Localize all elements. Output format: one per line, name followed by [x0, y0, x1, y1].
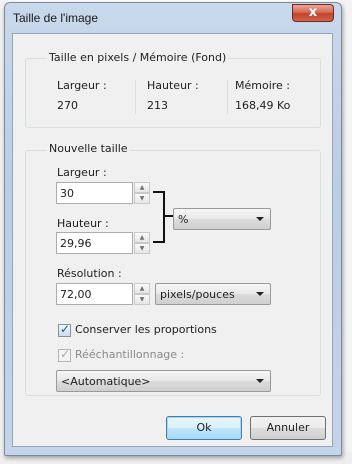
spin-up-icon[interactable]: ▲ — [134, 283, 150, 294]
current-width-label: Largeur : — [57, 79, 107, 92]
height-stepper[interactable]: ▲ ▼ — [134, 232, 150, 254]
memory-value: 168,49 Ko — [235, 99, 291, 112]
spin-up-icon[interactable]: ▲ — [134, 232, 150, 243]
divider — [135, 80, 136, 114]
dialog-body: Taille en pixels / Mémoire (Fond) Largeu… — [12, 33, 333, 447]
new-height-label: Hauteur : — [57, 217, 109, 230]
current-height-value: 213 — [147, 99, 168, 112]
close-button[interactable]: x — [292, 4, 334, 22]
resolution-stepper[interactable]: ▲ ▼ — [134, 283, 150, 305]
cancel-button[interactable]: Annuler — [250, 416, 326, 440]
resolution-label: Résolution : — [57, 267, 122, 280]
checkmark-icon: ✓ — [60, 347, 71, 361]
width-stepper[interactable]: ▲ ▼ — [134, 182, 150, 204]
width-input[interactable] — [56, 182, 133, 204]
width-field[interactable] — [57, 183, 132, 203]
close-icon: x — [308, 5, 318, 20]
unit-select-value: % — [178, 213, 189, 226]
divider — [227, 80, 228, 114]
image-size-dialog: Taille de l'image x Taille en pixels / M… — [4, 2, 342, 456]
chevron-down-icon — [256, 292, 264, 296]
memory-label: Mémoire : — [235, 79, 291, 92]
ok-button[interactable]: Ok — [166, 416, 242, 440]
resolution-unit-value: pixels/pouces — [160, 288, 235, 301]
spin-down-icon[interactable]: ▼ — [134, 193, 150, 204]
spin-down-icon[interactable]: ▼ — [134, 243, 150, 254]
height-field[interactable] — [57, 233, 132, 253]
new-size-group-label: Nouvelle taille — [47, 142, 130, 155]
spin-down-icon[interactable]: ▼ — [134, 294, 150, 305]
current-width-value: 270 — [57, 99, 78, 112]
resolution-input[interactable] — [56, 283, 133, 305]
chevron-down-icon — [256, 217, 264, 221]
dialog-title: Taille de l'image — [13, 11, 99, 25]
resolution-field[interactable] — [57, 284, 132, 304]
proportion-link-stub — [165, 215, 173, 217]
spin-up-icon[interactable]: ▲ — [134, 182, 150, 193]
current-size-group-label: Taille en pixels / Mémoire (Fond) — [47, 51, 229, 64]
current-height-label: Hauteur : — [147, 79, 199, 92]
chevron-down-icon — [256, 379, 264, 383]
current-size-group — [25, 58, 321, 128]
title-bar[interactable]: Taille de l'image x — [5, 3, 341, 33]
resample-label[interactable]: Rééchantillonnage : — [75, 348, 184, 361]
height-input[interactable] — [56, 232, 133, 254]
new-width-label: Largeur : — [57, 166, 107, 179]
keep-proportions-label[interactable]: Conserver les proportions — [75, 323, 217, 336]
resample-method-value: <Automatique> — [61, 375, 151, 388]
resample-checkbox[interactable]: ✓ — [58, 347, 71, 362]
checkmark-icon: ✓ — [60, 322, 71, 336]
unit-select[interactable]: % — [173, 208, 271, 230]
keep-proportions-checkbox[interactable]: ✓ — [58, 322, 71, 337]
proportion-link-bracket — [153, 191, 165, 243]
resolution-unit-select[interactable]: pixels/pouces — [155, 283, 271, 305]
resample-method-select[interactable]: <Automatique> — [56, 370, 271, 392]
